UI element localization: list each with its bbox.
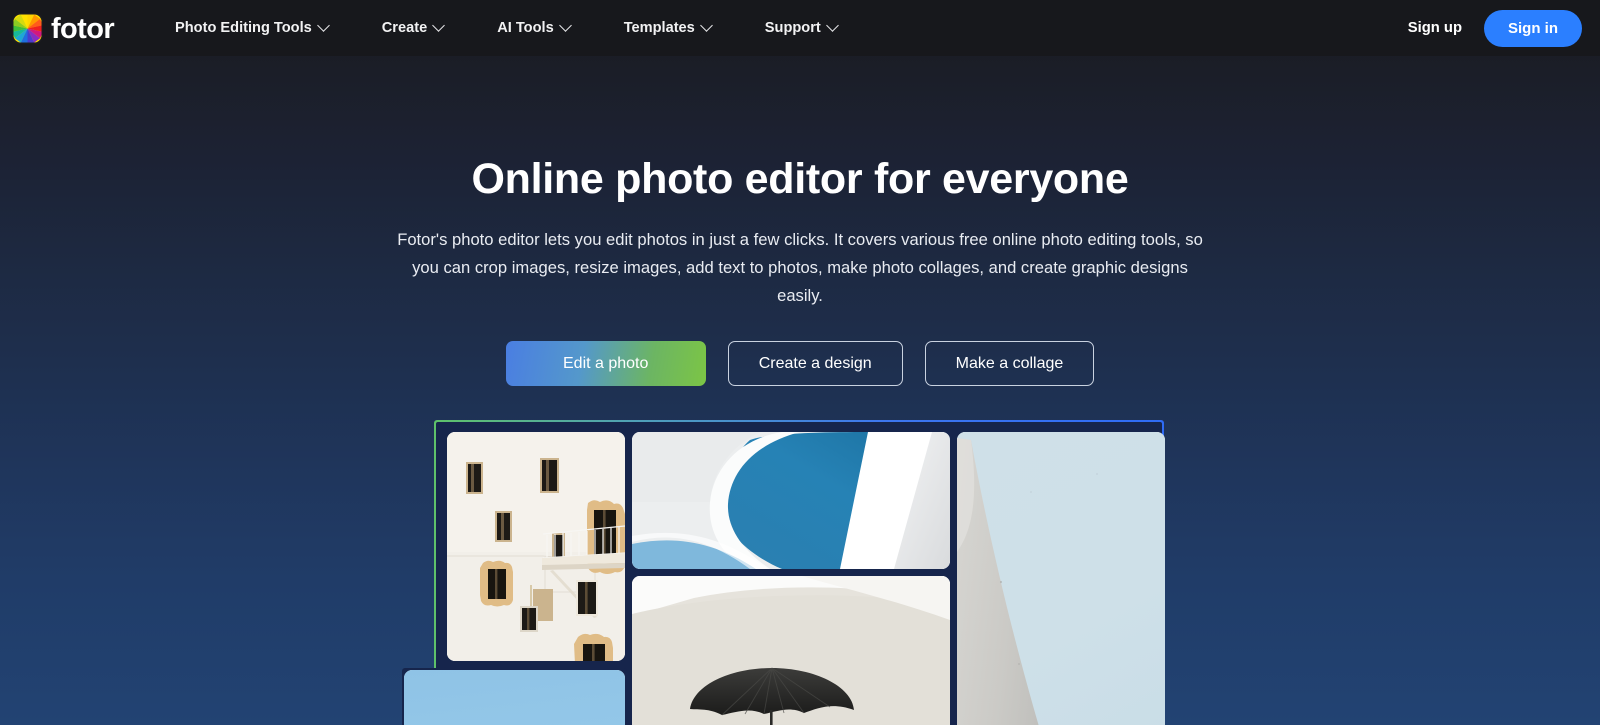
collage-tile-building-facade[interactable] [447, 432, 625, 661]
page-background: fotor Photo Editing Tools Create AI Tool… [0, 0, 1600, 725]
nav-item-photo-editing-tools[interactable]: Photo Editing Tools [148, 12, 355, 44]
chevron-down-icon [316, 18, 330, 32]
chevron-down-icon [432, 18, 446, 32]
hero-cta-row: Edit a photo Create a design Make a coll… [0, 341, 1600, 387]
nav-item-templates[interactable]: Templates [597, 12, 738, 44]
collage-tile-black-umbrella[interactable] [632, 576, 950, 725]
sign-up-link[interactable]: Sign up [1404, 14, 1466, 42]
collage-canvas [402, 422, 1165, 725]
nav-item-create[interactable]: Create [355, 12, 470, 44]
collage-tile-blue-pool[interactable] [632, 432, 950, 569]
primary-nav-list: Photo Editing Tools Create AI Tools Temp… [148, 12, 864, 44]
edit-a-photo-button[interactable]: Edit a photo [505, 341, 706, 387]
chevron-down-icon [825, 18, 839, 32]
nav-item-ai-tools[interactable]: AI Tools [470, 12, 596, 44]
nav-item-label: Photo Editing Tools [175, 20, 312, 36]
brand-name: fotor [51, 12, 115, 45]
nav-item-support[interactable]: Support [738, 12, 864, 44]
nav-item-label: AI Tools [497, 20, 554, 36]
nav-item-label: Templates [623, 20, 695, 36]
nav-item-label: Create [381, 20, 428, 36]
fotor-logo-link[interactable]: fotor [12, 12, 115, 45]
top-navigation-bar: fotor Photo Editing Tools Create AI Tool… [0, 0, 1600, 56]
create-a-design-button[interactable]: Create a design [727, 341, 903, 387]
collage-preview-frame[interactable] [402, 420, 1165, 725]
chevron-down-icon [558, 18, 572, 32]
nav-auth-actions: Sign up Sign in [1404, 9, 1582, 47]
collage-tile-blue-sky[interactable] [404, 670, 625, 725]
collage-tile-white-sail-sky[interactable] [957, 432, 1165, 725]
hero-subtitle: Fotor's photo editor lets you edit photo… [397, 230, 1203, 306]
make-a-collage-button[interactable]: Make a collage [924, 341, 1095, 387]
fotor-color-wheel-icon [12, 12, 43, 44]
chevron-down-icon [699, 18, 713, 32]
hero-section: Online photo editor for everyone Fotor's… [0, 56, 1600, 387]
page-title: Online photo editor for everyone [471, 155, 1129, 203]
sign-in-button[interactable]: Sign in [1484, 9, 1582, 47]
nav-item-label: Support [764, 20, 821, 36]
